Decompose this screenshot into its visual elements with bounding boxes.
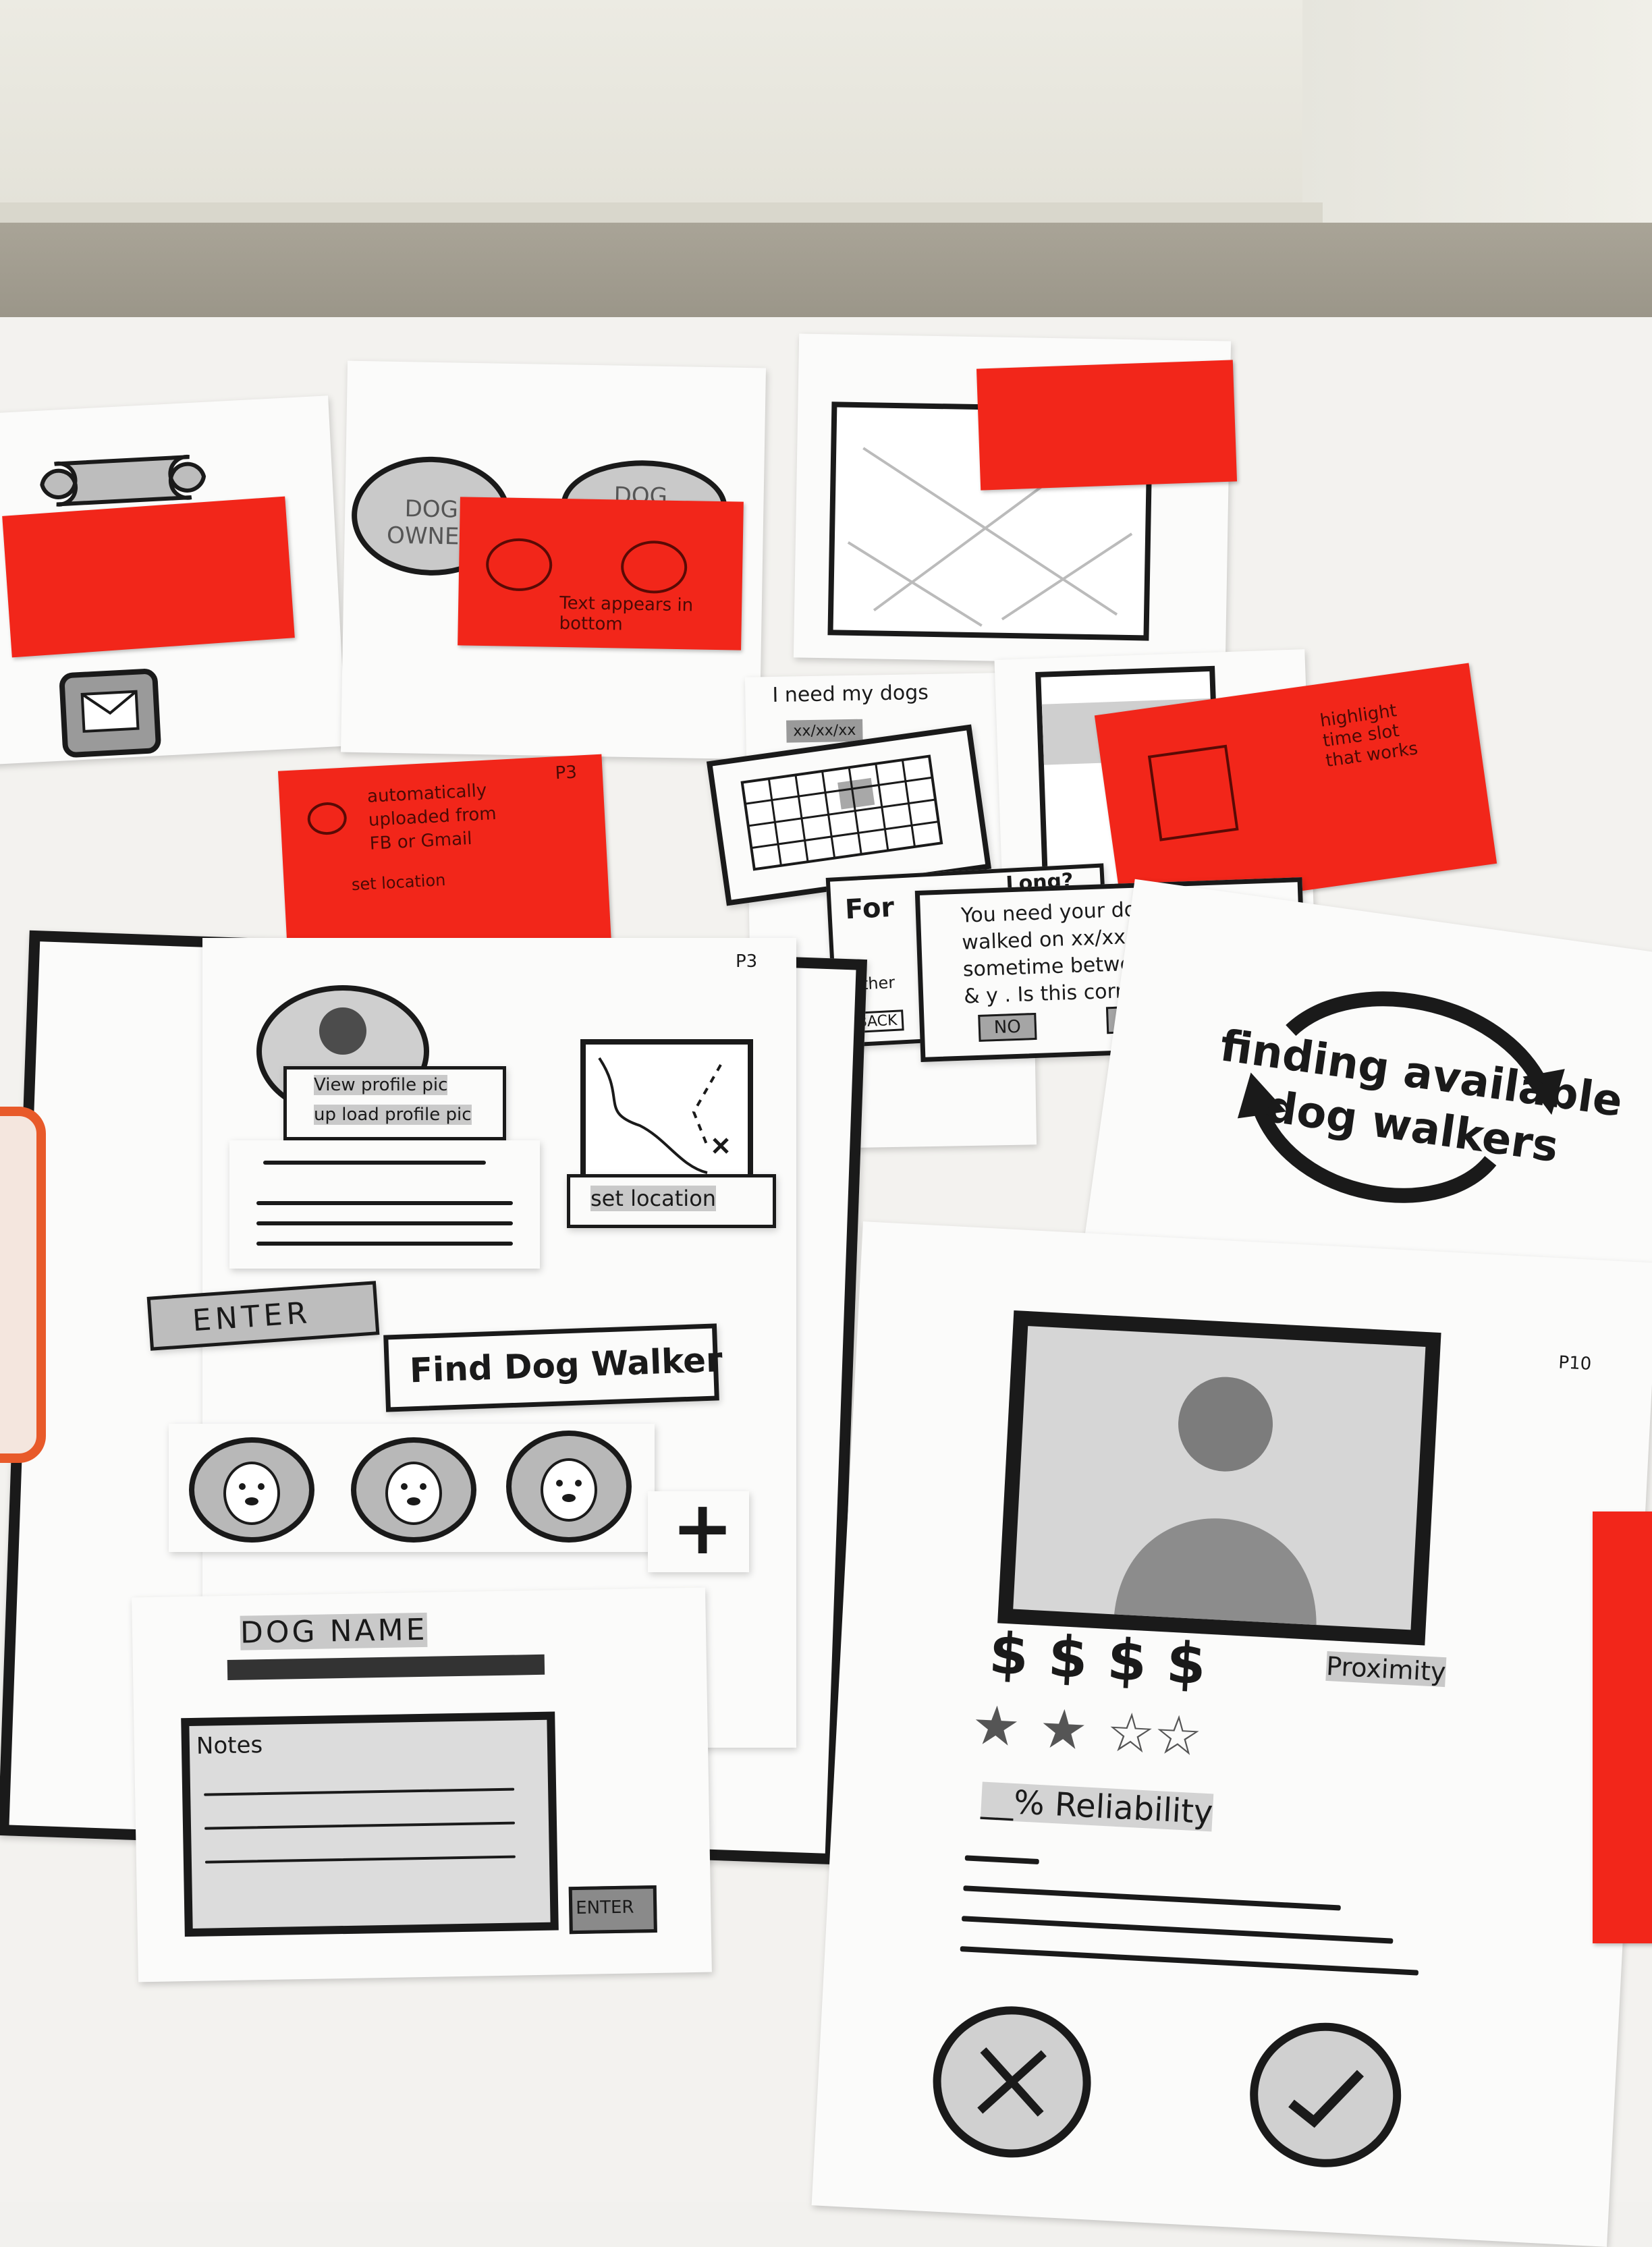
star-icon: ★ (1037, 1696, 1090, 1763)
owner-icon-sketch (485, 538, 553, 592)
dog-name-label: DOG NAME (240, 1612, 428, 1650)
view-profile-pic-link[interactable]: View profile pic (314, 1075, 448, 1095)
sticky-note-owner: Text appears in bottom (458, 497, 744, 650)
dog-name-field[interactable] (227, 1654, 545, 1680)
email-login-tile[interactable] (59, 668, 162, 758)
profile-pic-actions: View profile pic up load profile pic (283, 1066, 506, 1140)
upload-profile-pic-link[interactable]: up load profile pic (314, 1105, 472, 1125)
accept-button[interactable] (1246, 2019, 1405, 2171)
info-line-3 (256, 1242, 513, 1246)
enter-button-label: ENTER (191, 1296, 312, 1339)
find-dog-walker-label: Find Dog Walker (409, 1340, 723, 1391)
x-icon (977, 2047, 1047, 2117)
notes-field[interactable]: Notes (181, 1711, 559, 1937)
dog-face-icon (541, 1458, 597, 1522)
time-range-sticky-text: highlight time slot that works (1319, 700, 1419, 772)
dog-face-icon (223, 1462, 280, 1525)
star-icon: ☆ (1152, 1702, 1204, 1769)
reject-button[interactable] (929, 2002, 1095, 2162)
behind-for-label: For (844, 891, 896, 926)
sticky-p3-line-1: automatically (366, 780, 487, 807)
sticky-note-login (2, 496, 295, 658)
bio-line-1 (964, 1855, 1039, 1865)
slot-sketch (1147, 744, 1239, 841)
dog-avatar-3[interactable] (506, 1431, 632, 1543)
sticky-p3-line-2: uploaded from (368, 803, 497, 831)
p3-page-number: P3 (736, 951, 758, 972)
notes-line-3 (204, 1855, 516, 1864)
walker-photo (997, 1310, 1441, 1646)
proximity-label: Proximity (1325, 1650, 1447, 1688)
date-heading: I need my dogs (772, 680, 929, 708)
walker-card-p10: P10 $ $ $ $ Proximity ★ ★ ☆ ☆ __% Reliab… (811, 1221, 1652, 2247)
bio-line-2 (963, 1885, 1341, 1911)
calendar-grid (740, 754, 943, 871)
bio-line-4 (960, 1946, 1419, 1976)
owner-sticky-text: Text appears in bottom (559, 592, 694, 635)
notes-enter-label: ENTER (575, 1897, 634, 1919)
notes-line-2 (204, 1821, 516, 1830)
notes-enter-button[interactable]: ENTER (568, 1885, 657, 1935)
p10-page-number: P10 (1558, 1352, 1592, 1375)
sticky-p3-page: P3 (554, 762, 578, 784)
check-icon (1288, 2070, 1365, 2128)
info-line-2 (256, 1221, 513, 1225)
sticky-p3-line-3: FB or Gmail (369, 828, 473, 854)
add-dog-label: + (671, 1485, 734, 1571)
reliability-label: __% Reliability (980, 1781, 1214, 1832)
dog-detail-panel: DOG NAME Notes ENTER (132, 1587, 712, 1982)
sticky-note-map (976, 360, 1238, 491)
star-icon: ☆ (1105, 1700, 1157, 1766)
star-icon: ★ (970, 1693, 1022, 1759)
notes-line-1 (204, 1787, 515, 1796)
profile-sketch-icon (306, 801, 348, 836)
location-map[interactable] (580, 1039, 753, 1185)
dog-face-icon (385, 1462, 442, 1525)
envelope-icon (80, 690, 140, 733)
bio-line-3 (961, 1916, 1394, 1944)
set-location-label: set location (590, 1186, 717, 1211)
map-route-icon (598, 1057, 729, 1174)
dog-avatars-row (169, 1424, 655, 1552)
profile-text-fields (229, 1140, 540, 1269)
set-location-button[interactable]: set location (567, 1174, 776, 1228)
price-symbols: $ $ $ $ (987, 1619, 1208, 1698)
no-button[interactable]: NO (978, 1012, 1037, 1042)
sticky-p3-line-4: set location (351, 870, 447, 895)
dog-avatar-1[interactable] (189, 1437, 314, 1543)
name-field-line (263, 1161, 486, 1165)
notes-label: Notes (196, 1731, 263, 1760)
orange-object (0, 1107, 46, 1463)
find-dog-walker-button[interactable]: Find Dog Walker (383, 1323, 723, 1412)
date-chip[interactable]: xx/xx/xx (786, 719, 863, 743)
dog-avatar-2[interactable] (351, 1437, 476, 1543)
dog-icon-sketch (620, 540, 688, 594)
add-dog-button[interactable]: + (648, 1485, 749, 1572)
info-line-1 (256, 1201, 513, 1205)
walker-silhouette-icon (1114, 1377, 1317, 1626)
sticky-note-edge (1593, 1511, 1652, 1943)
